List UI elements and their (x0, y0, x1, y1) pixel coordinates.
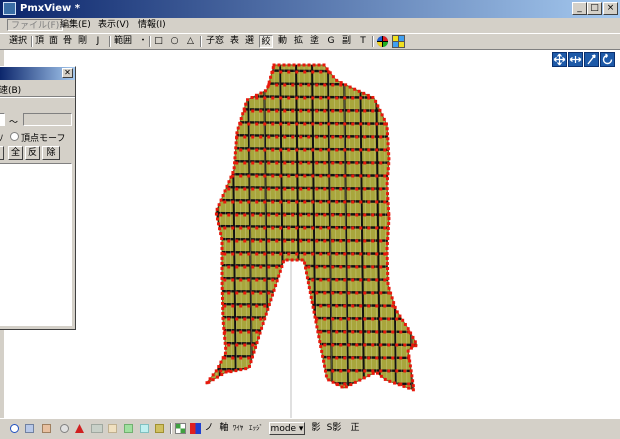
rotate-icon[interactable] (584, 52, 599, 67)
toolbar-bone-button[interactable]: 骨 (62, 35, 73, 48)
remove-button[interactable]: 除 (42, 146, 60, 160)
radio-gray-icon[interactable] (60, 424, 69, 433)
menu-info[interactable]: 情報(I) (135, 19, 169, 31)
vertex-morph-label: 頂点モーフ (21, 134, 66, 144)
swatch-gray-icon[interactable] (91, 424, 103, 433)
morph-panel: ✕ 速(B) ～ ﾉ 頂点モーフ 全 反 除 (0, 66, 76, 330)
swatch-cream-icon[interactable] (108, 424, 117, 433)
checker-icon[interactable] (175, 423, 186, 434)
app-icon (3, 2, 16, 15)
maximize-button[interactable]: □ (587, 2, 602, 15)
panel-button-partial[interactable] (0, 146, 4, 160)
select-mode-button[interactable]: 選択 (7, 35, 29, 48)
toolbar-vertex-button[interactable]: 頂 (34, 35, 45, 48)
toolbar-group-button[interactable]: G (326, 35, 336, 48)
status-bar: ノ 軸 ﾜｲﾔ ｴｯｼﾞ mode ▾ 影 S影 正 (0, 418, 620, 439)
range-to-field[interactable] (23, 113, 72, 126)
radio-option-fragment[interactable]: ﾉ (0, 131, 4, 144)
swatch-green-icon[interactable] (124, 424, 133, 433)
minimize-button[interactable]: _ (572, 2, 587, 15)
panel-close-button[interactable]: ✕ (62, 68, 73, 78)
range-tilde: ～ (9, 118, 19, 128)
menu-file[interactable]: ファイル(F) (7, 19, 64, 31)
toolbar-joint-button[interactable]: J (93, 35, 103, 48)
color-wheel-icon[interactable] (376, 35, 389, 48)
ortho-toggle[interactable]: 正 (348, 422, 362, 435)
title-bar: PmxView * _ □ × (0, 0, 620, 18)
toolbar-triangle-button[interactable]: △ (185, 35, 196, 48)
menu-view[interactable]: 表示(V) (95, 19, 132, 31)
reset-view-icon[interactable] (600, 52, 615, 67)
toolbar-separator (149, 36, 151, 47)
invert-button[interactable]: 反 (25, 146, 40, 160)
toolbar-range-button[interactable]: 範囲 (112, 35, 134, 48)
close-button[interactable]: × (603, 2, 618, 15)
toolbar-text-button[interactable]: T (358, 35, 368, 48)
menu-edit[interactable]: 編集(E) (57, 19, 94, 31)
move-icon[interactable] (552, 52, 567, 67)
toolbar-circle-button[interactable]: ○ (169, 35, 180, 48)
status-separator (170, 423, 172, 434)
triangle-red-icon[interactable] (74, 423, 85, 434)
swatch-blue-icon[interactable] (25, 424, 34, 433)
toolbar-paint-button[interactable]: 塗 (309, 35, 320, 48)
window-title: PmxView * (20, 3, 80, 14)
toolbar-sub-button[interactable]: 副 (341, 35, 352, 48)
grid-color-icon[interactable] (392, 35, 405, 48)
toolbar-scale-button[interactable]: 拡 (293, 35, 304, 48)
menu-bar: ファイル(F) 編集(E) 表示(V) 情報(I) (0, 18, 620, 32)
range-from-field[interactable] (0, 113, 5, 126)
toolbar-front-button[interactable]: 表 (229, 35, 240, 48)
swatch-cyan-icon[interactable] (140, 424, 149, 433)
edge-toggle[interactable]: ｴｯｼﾞ (246, 422, 266, 435)
mesh-render[interactable] (4, 50, 620, 418)
toolbar-filter-button[interactable]: 絞 (259, 35, 273, 48)
panel-divider (0, 96, 75, 98)
swatch-olive-icon[interactable] (155, 424, 164, 433)
toolbar-separator (200, 36, 202, 47)
self-shadow-toggle[interactable]: S影 (325, 422, 343, 435)
panel-menu-label[interactable]: 速(B) (0, 83, 21, 96)
3d-viewport[interactable] (4, 50, 620, 418)
axis-toggle[interactable]: 軸 (218, 422, 230, 435)
toolbar-dot-button[interactable]: ・ (138, 35, 148, 48)
move-xy-icon[interactable] (568, 52, 583, 67)
toolbar-subwindow-button[interactable]: 子窓 (204, 35, 226, 48)
toolbar-separator (372, 36, 374, 47)
panel-title-bar: ✕ (0, 67, 75, 80)
toolbar-separator (109, 36, 111, 47)
toolbar-rigid-button[interactable]: 剛 (77, 35, 88, 48)
wire-toggle[interactable]: ﾜｲﾔ (231, 422, 245, 435)
main-toolbar: 選択 頂 面 骨 剛 J 範囲 ・ □ ○ △ 子窓 表 選 絞 動 拡 塗 G… (0, 33, 620, 50)
normal-toggle[interactable]: ノ (204, 422, 214, 435)
toolbar-separator (31, 36, 33, 47)
color-palette-icon[interactable] (190, 423, 201, 434)
toolbar-move-button[interactable]: 動 (277, 35, 288, 48)
morph-list[interactable] (0, 163, 72, 326)
vertex-morph-radio[interactable] (10, 132, 19, 141)
swatch-skin-icon[interactable] (42, 424, 51, 433)
radio-mode-icon[interactable] (10, 424, 19, 433)
toolbar-rect-button[interactable]: □ (153, 35, 164, 48)
toolbar-face-button[interactable]: 面 (48, 35, 59, 48)
select-all-button[interactable]: 全 (8, 146, 23, 160)
shadow-toggle[interactable]: 影 (310, 422, 322, 435)
mode-dropdown[interactable]: mode ▾ (269, 422, 305, 435)
toolbar-choose-button[interactable]: 選 (244, 35, 255, 48)
